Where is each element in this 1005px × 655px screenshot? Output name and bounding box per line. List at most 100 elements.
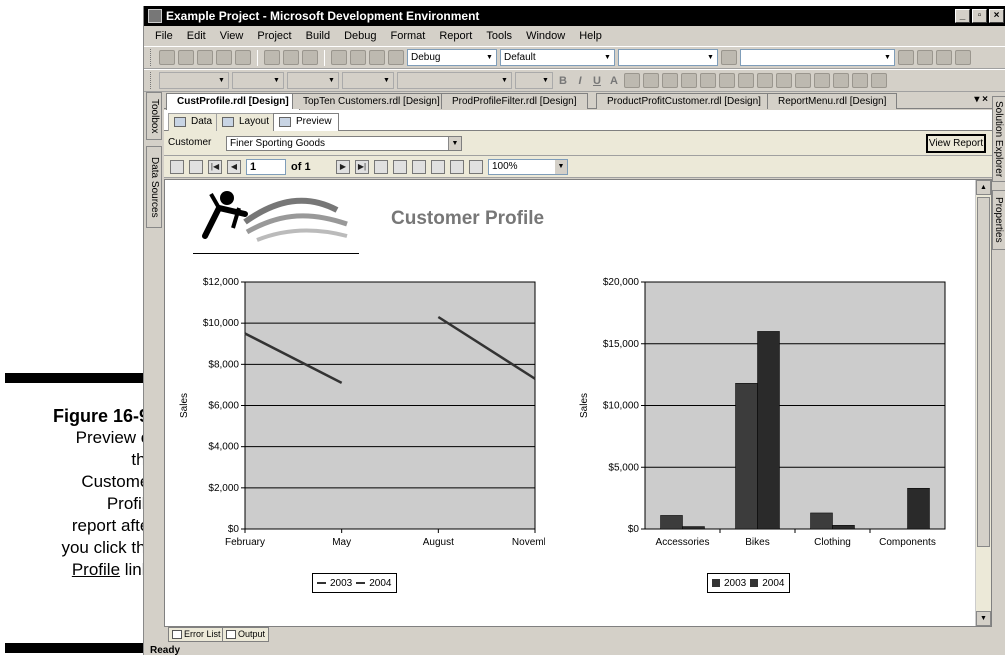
font-color-icon[interactable]: A (607, 75, 621, 87)
border-combo[interactable]: ▼ (342, 72, 394, 89)
navigate-icon[interactable] (369, 50, 385, 65)
y-tick-label: $10,000 (603, 401, 640, 412)
page-number-input[interactable]: 1 (246, 158, 286, 175)
size-combo[interactable]: ▼ (287, 72, 339, 89)
configuration-select[interactable]: Debug ▼ (407, 49, 497, 66)
minimize-button[interactable]: _ (955, 9, 970, 23)
doc-tab-reportmenu[interactable]: ReportMenu.rdl [Design] (767, 93, 898, 109)
back-icon[interactable] (374, 159, 388, 174)
legend-swatch-2004 (750, 579, 759, 587)
print-layout-icon[interactable] (450, 159, 464, 174)
layout-align-icon[interactable] (700, 73, 716, 88)
menu-window[interactable]: Window (519, 30, 572, 42)
toolbox-side-tab[interactable]: Toolbox (146, 92, 162, 140)
parameters-toggle-icon[interactable] (189, 159, 203, 174)
next-page-icon[interactable]: ▶ (336, 159, 350, 174)
menu-build[interactable]: Build (299, 30, 337, 42)
document-map-icon[interactable] (170, 159, 184, 174)
view-report-button[interactable]: View Report (926, 134, 986, 153)
align-tops-icon[interactable] (776, 73, 792, 88)
doc-tab-productprofitcustomer[interactable]: ProductProfitCustomer.rdl [Design] (596, 93, 772, 109)
toolbox-icon[interactable] (936, 50, 952, 65)
play-icon[interactable] (388, 50, 404, 65)
find-icon[interactable] (721, 50, 737, 65)
menu-help[interactable]: Help (572, 30, 609, 42)
menu-project[interactable]: Project (250, 30, 298, 42)
align-middles-icon[interactable] (795, 73, 811, 88)
output-tab[interactable]: Output (222, 627, 270, 642)
data-sources-side-tab[interactable]: Data Sources (146, 146, 162, 228)
underline-icon[interactable]: U (590, 75, 604, 87)
align-centers-icon[interactable] (738, 73, 754, 88)
export-icon[interactable] (469, 159, 483, 174)
print-icon[interactable] (431, 159, 445, 174)
open-folder-icon[interactable] (197, 50, 213, 65)
doc-tab-close-icon[interactable]: ▾ × (974, 94, 988, 105)
font-combo[interactable]: ▼ (232, 72, 284, 89)
menu-format[interactable]: Format (384, 30, 433, 42)
save-all-icon[interactable] (235, 50, 251, 65)
font-name-combo[interactable]: ▼ (397, 72, 512, 89)
spacing-icon[interactable] (871, 73, 887, 88)
align-right-icon[interactable] (681, 73, 697, 88)
doc-tab-topten[interactable]: TopTen Customers.rdl [Design] (292, 93, 451, 109)
close-button[interactable]: × (989, 9, 1004, 23)
page-count: of 1 (291, 160, 311, 173)
scroll-down-icon[interactable]: ▼ (976, 611, 991, 626)
redo-icon[interactable] (350, 50, 366, 65)
solution-explorer-icon[interactable] (898, 50, 914, 65)
copy-icon[interactable] (283, 50, 299, 65)
stop-icon[interactable] (393, 159, 407, 174)
customer-select[interactable]: Finer Sporting Goods ▼ (226, 136, 462, 151)
first-page-icon[interactable]: |◀ (208, 159, 222, 174)
align-rights-icon[interactable] (757, 73, 773, 88)
tab-data[interactable]: Data (168, 113, 220, 131)
last-page-icon[interactable]: ▶| (355, 159, 369, 174)
properties-icon[interactable] (917, 50, 933, 65)
grid-icon[interactable] (852, 73, 868, 88)
solution-explorer-side-tab[interactable]: Solution Explorer (992, 96, 1005, 182)
font-size-combo[interactable]: ▼ (515, 72, 553, 89)
zoom-select[interactable]: 100% ▼ (488, 158, 568, 175)
add-item-icon[interactable] (178, 50, 194, 65)
fill-color-icon[interactable] (624, 73, 640, 88)
align-left-icon[interactable] (643, 73, 659, 88)
toolbar-grip[interactable] (150, 72, 153, 89)
find-combo[interactable]: ▼ (618, 49, 718, 66)
menu-debug[interactable]: Debug (337, 30, 383, 42)
maximize-button[interactable]: ▫ (972, 9, 987, 23)
align-center-icon[interactable] (662, 73, 678, 88)
style-combo[interactable]: ▼ (159, 72, 229, 89)
error-list-tab[interactable]: Error List (168, 627, 225, 642)
bold-icon[interactable]: B (556, 75, 570, 87)
legend-label-2004: 2004 (369, 577, 392, 589)
align-bottoms-icon[interactable] (814, 73, 830, 88)
menu-view[interactable]: View (213, 30, 251, 42)
scroll-thumb[interactable] (977, 197, 990, 547)
prev-page-icon[interactable]: ◀ (227, 159, 241, 174)
undo-icon[interactable] (331, 50, 347, 65)
italic-icon[interactable]: I (573, 75, 587, 87)
menu-tools[interactable]: Tools (479, 30, 519, 42)
doc-tab-custprofile[interactable]: CustProfile.rdl [Design] (166, 93, 300, 110)
properties-side-tab[interactable]: Properties (992, 190, 1005, 250)
doc-tab-prodprofilefilter[interactable]: ProdProfileFilter.rdl [Design] (441, 93, 588, 109)
paste-icon[interactable] (302, 50, 318, 65)
menu-report[interactable]: Report (432, 30, 479, 42)
tab-preview[interactable]: Preview (273, 113, 339, 132)
refresh-icon[interactable] (412, 159, 426, 174)
tab-layout[interactable]: Layout (216, 113, 277, 131)
menu-edit[interactable]: Edit (180, 30, 213, 42)
search-combo[interactable]: ▼ (740, 49, 895, 66)
toolbar-grip[interactable] (150, 49, 153, 66)
new-project-icon[interactable] (159, 50, 175, 65)
save-icon[interactable] (216, 50, 232, 65)
same-size-icon[interactable] (833, 73, 849, 88)
cut-icon[interactable] (264, 50, 280, 65)
menu-file[interactable]: File (148, 30, 180, 42)
more-icon[interactable] (955, 50, 971, 65)
scroll-up-icon[interactable]: ▲ (976, 180, 991, 195)
align-lefts-icon[interactable] (719, 73, 735, 88)
platform-select[interactable]: Default ▼ (500, 49, 615, 66)
report-vertical-scrollbar[interactable]: ▲ ▼ (975, 180, 991, 626)
